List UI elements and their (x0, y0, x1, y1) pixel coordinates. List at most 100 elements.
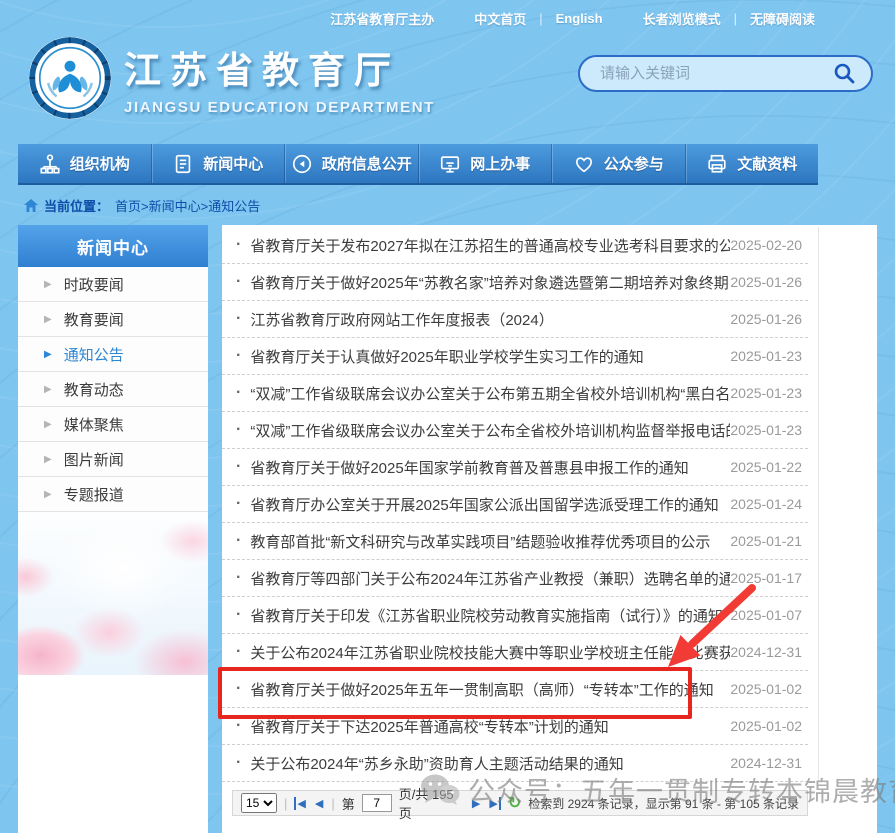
monitor-icon (439, 153, 461, 175)
jiangsu-education-emblem-icon (28, 36, 112, 120)
news-title-link[interactable]: 关于公布2024年“苏乡永助”资助育人主题活动结果的通知 (250, 753, 623, 774)
bullet-icon: · (236, 643, 241, 661)
nav-label: 公众参与 (604, 153, 664, 174)
sidebar-title: 新闻中心 (18, 225, 208, 267)
news-title-link[interactable]: “双减”工作省级联席会议办公室关于公布全省校外培训机构监督举报电话的公... (250, 420, 730, 441)
info-disclosure-icon (291, 153, 313, 175)
sidebar-item[interactable]: ▶ 教育要闻 (18, 302, 208, 337)
records-summary: 检索到 2924 条记录，显示第 91 条 - 第 105 条记录 (528, 795, 799, 812)
news-title-link[interactable]: 江苏省教育厅政府网站工作年度报表（2024） (250, 309, 553, 330)
sidebar-item[interactable]: ▶ 专题报道 (18, 477, 208, 512)
news-title-link[interactable]: 省教育厅等四部门关于公布2024年江苏省产业教授（兼职）选聘名单的通知 (250, 568, 730, 589)
news-title-link[interactable]: 省教育厅关于印发《江苏省职业院校劳动教育实施指南（试行）》的通知 (250, 605, 723, 626)
news-panel: · 省教育厅关于发布2027年拟在江苏招生的普通高校专业选考科目要求的公告 20… (222, 225, 877, 833)
news-date: 2025-01-23 (730, 422, 802, 438)
news-title-link[interactable]: 省教育厅关于做好2025年五年一贯制高职（高师）“专转本”工作的通知 (250, 679, 713, 700)
topbar-link-host[interactable]: 江苏省教育厅主办 (330, 9, 434, 28)
nav-item-gov-info[interactable]: 政府信息公开 (284, 144, 418, 183)
chevron-right-icon: ▶ (44, 314, 52, 325)
last-page-button[interactable]: ▶ (488, 797, 500, 810)
home-icon (24, 199, 38, 212)
page-number-input[interactable] (362, 794, 392, 812)
breadcrumb-path[interactable]: 首页>新闻中心>通知公告 (115, 196, 260, 215)
news-date: 2025-01-07 (730, 607, 802, 623)
nav-item-organization[interactable]: 组织机构 (18, 144, 151, 183)
news-row: · 省教育厅等四部门关于公布2024年江苏省产业教授（兼职）选聘名单的通知 20… (222, 560, 808, 597)
news-date: 2025-02-20 (730, 237, 802, 253)
bullet-icon: · (236, 606, 241, 624)
sidebar-item-label: 专题报道 (64, 484, 124, 505)
news-row: · 教育部首批“新文科研究与改革实践项目”结题验收推荐优秀项目的公示 2025-… (222, 523, 808, 560)
site-subtitle: JIANGSU EDUCATION DEPARTMENT (124, 99, 435, 116)
sidebar-item-label: 教育动态 (64, 379, 124, 400)
bullet-icon: · (236, 458, 241, 476)
archive-printer-icon (706, 153, 728, 175)
sidebar-item[interactable]: ▶ 教育动态 (18, 372, 208, 407)
site-logo[interactable] (28, 36, 112, 120)
main-nav: 组织机构 新闻中心 政府信息公开 网上办事 公众参与 文献资料 (18, 144, 818, 185)
nav-item-public-participation[interactable]: 公众参与 (551, 144, 685, 183)
nav-item-news-center[interactable]: 新闻中心 (151, 144, 285, 183)
page-label: 第 (342, 794, 355, 813)
news-title-link[interactable]: “双减”工作省级联席会议办公室关于公布第五期全省校外培训机构“黑白名单... (250, 383, 730, 404)
nav-item-online-services[interactable]: 网上办事 (418, 144, 552, 183)
search-box (578, 55, 873, 92)
sidebar-item[interactable]: ▶ 通知公告 (18, 337, 208, 372)
news-list: · 省教育厅关于发布2027年拟在江苏招生的普通高校专业选考科目要求的公告 20… (222, 227, 819, 782)
bullet-icon: · (236, 421, 241, 439)
sidebar-item[interactable]: ▶ 媒体聚焦 (18, 407, 208, 442)
page-size-select[interactable]: 15 (241, 793, 277, 813)
news-title-link[interactable]: 省教育厅关于做好2025年国家学前教育普及普惠县申报工作的通知 (250, 457, 688, 478)
news-title-link[interactable]: 省教育厅关于发布2027年拟在江苏招生的普通高校专业选考科目要求的公告 (250, 235, 730, 256)
breadcrumb: 当前位置： 首页>新闻中心>通知公告 (24, 196, 260, 215)
news-row: · 江苏省教育厅政府网站工作年度报表（2024） 2025-01-26 (222, 301, 808, 338)
news-row: · 省教育厅关于做好2025年五年一贯制高职（高师）“专转本”工作的通知 202… (222, 671, 808, 708)
search-button[interactable] (831, 61, 857, 87)
sidebar-item[interactable]: ▶ 图片新闻 (18, 442, 208, 477)
news-title-link[interactable]: 省教育厅关于认真做好2025年职业学校学生实习工作的通知 (250, 346, 643, 367)
breadcrumb-prefix: 当前位置： (44, 196, 109, 215)
topbar-link-accessibility[interactable]: 无障碍阅读 (750, 9, 815, 28)
sidebar-item[interactable]: ▶ 时政要闻 (18, 267, 208, 302)
magnolia-flower-image (18, 512, 208, 675)
sidebar-item-label: 时政要闻 (64, 274, 124, 295)
news-date: 2025-01-24 (730, 496, 802, 512)
news-document-icon (172, 153, 194, 175)
sidebar: 新闻中心 ▶ 时政要闻 ▶ 教育要闻 ▶ 通知公告 ▶ 教育动态 ▶ 媒体聚焦 … (18, 225, 208, 833)
news-row: · 省教育厅关于做好2025年国家学前教育普及普惠县申报工作的通知 2025-0… (222, 449, 808, 486)
refresh-icon[interactable]: ↻ (508, 793, 521, 813)
chevron-right-icon: ▶ (44, 349, 52, 360)
next-page-button[interactable]: ▶ (471, 797, 481, 810)
news-title-link[interactable]: 关于公布2024年江苏省职业院校技能大赛中等职业学校班主任能力比赛获奖... (250, 642, 730, 663)
topbar-link-elder-mode[interactable]: 长者浏览模式 (643, 9, 721, 28)
sidebar-item-label: 教育要闻 (64, 309, 124, 330)
bullet-icon: · (236, 347, 241, 365)
news-title-link[interactable]: 教育部首批“新文科研究与改革实践项目”结题验收推荐优秀项目的公示 (250, 531, 710, 552)
search-input[interactable] (600, 65, 831, 82)
nav-label: 文献资料 (737, 153, 797, 174)
sidebar-item-label: 图片新闻 (64, 449, 124, 470)
news-date: 2024-12-31 (730, 755, 802, 771)
news-date: 2025-01-21 (730, 533, 802, 549)
first-page-button[interactable]: ◀ (294, 797, 306, 810)
nav-item-documents[interactable]: 文献资料 (685, 144, 819, 183)
sidebar-item-label: 通知公告 (64, 344, 124, 365)
topbar-link-english[interactable]: English (556, 11, 603, 26)
news-row: · 省教育厅办公室关于开展2025年国家公派出国留学选派受理工作的通知 2025… (222, 486, 808, 523)
nav-label: 新闻中心 (203, 153, 263, 174)
bullet-icon: · (236, 532, 241, 550)
news-title-link[interactable]: 省教育厅关于做好2025年“苏教名家”培养对象遴选暨第二期培养对象终期... (250, 272, 730, 293)
page-total-label: 页/共 195 页 (399, 784, 464, 822)
topbar-link-chinese-home[interactable]: 中文首页 (474, 9, 526, 28)
news-title-link[interactable]: 省教育厅关于下达2025年普通高校“专转本”计划的通知 (250, 716, 608, 737)
chevron-right-icon: ▶ (44, 419, 52, 430)
bullet-icon: · (236, 495, 241, 513)
news-title-link[interactable]: 省教育厅办公室关于开展2025年国家公派出国留学选派受理工作的通知 (250, 494, 718, 515)
bullet-icon: · (236, 754, 241, 772)
bullet-icon: · (236, 569, 241, 587)
sidebar-menu: ▶ 时政要闻 ▶ 教育要闻 ▶ 通知公告 ▶ 教育动态 ▶ 媒体聚焦 ▶ 图片新… (18, 267, 208, 512)
news-date: 2025-01-17 (730, 570, 802, 586)
nav-label: 网上办事 (470, 153, 530, 174)
prev-page-button[interactable]: ◀ (314, 797, 324, 810)
news-row: · 省教育厅关于做好2025年“苏教名家”培养对象遴选暨第二期培养对象终期...… (222, 264, 808, 301)
